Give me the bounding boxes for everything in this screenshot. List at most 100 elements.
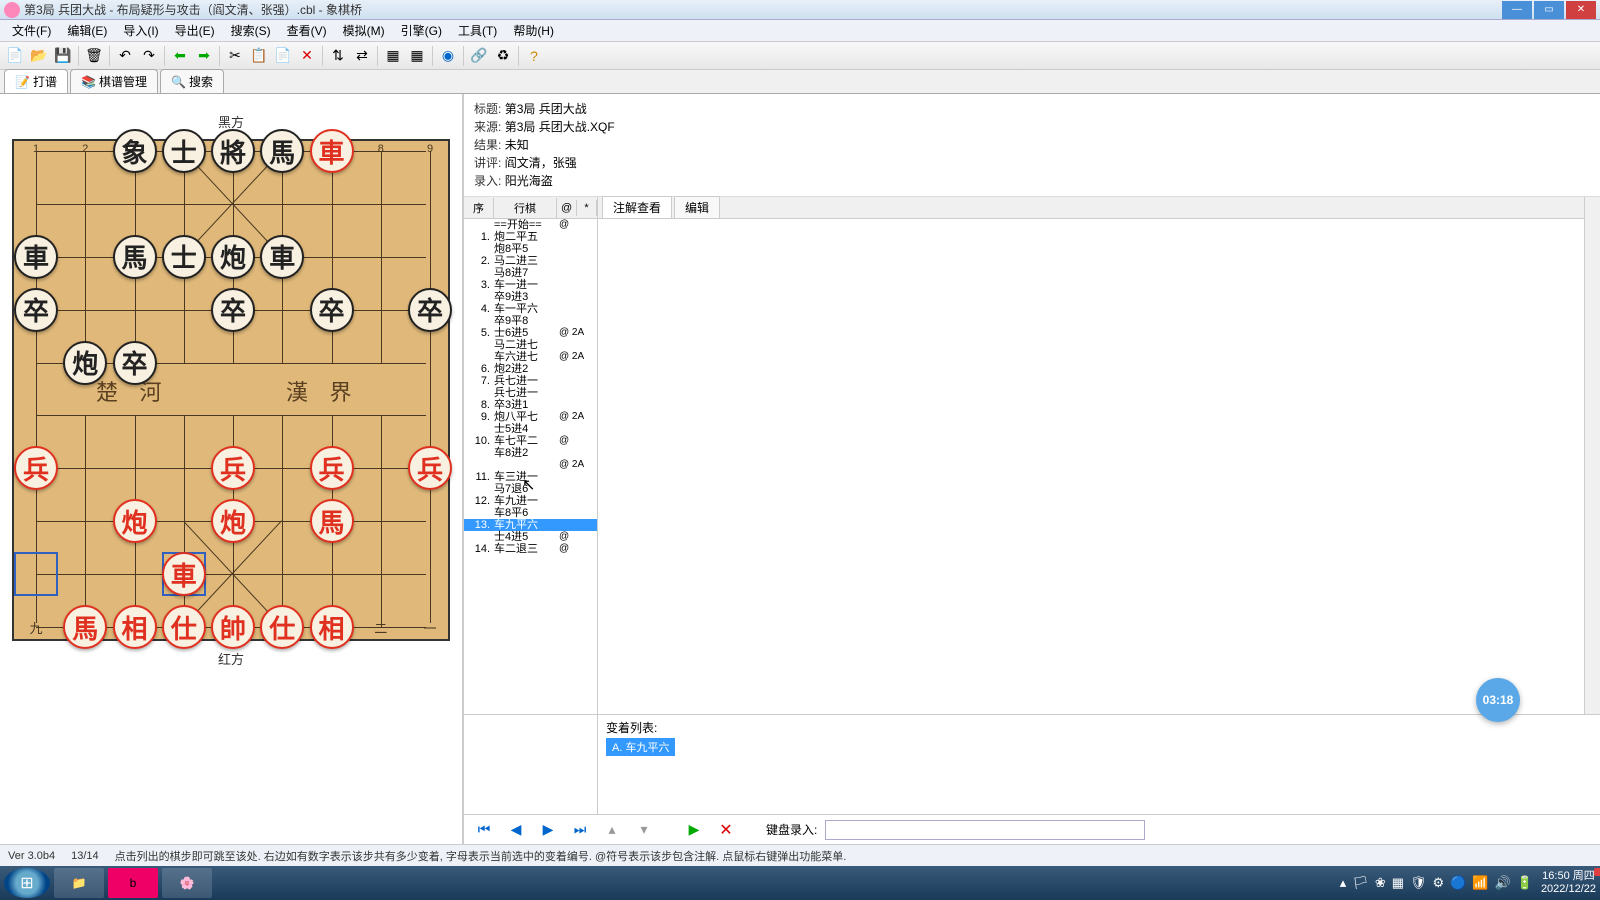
delete-icon[interactable]: ✕ [296,45,318,67]
tray-bt-icon[interactable]: 🔵 [1450,875,1466,891]
piece-red-仕[interactable]: 仕 [260,605,304,649]
piece-red-相[interactable]: 相 [310,605,354,649]
menu-模拟(M)[interactable]: 模拟(M) [335,20,393,41]
nav-down-icon[interactable]: ▾ [632,818,656,842]
move-row[interactable]: 1.炮二平五 [464,231,597,243]
piece-red-兵[interactable]: 兵 [310,446,354,490]
nav-first-icon[interactable]: ⏮ [472,818,496,842]
rtab-编辑[interactable]: 编辑 [674,196,720,218]
piece-black-卒[interactable]: 卒 [113,341,157,385]
tray-gear-icon[interactable]: ⚙ [1433,875,1445,891]
tray-net-icon[interactable]: ▦ [1392,875,1404,891]
refresh-icon[interactable]: ♻ [492,45,514,67]
move-row[interactable]: 3.车一进一 [464,279,597,291]
piece-red-相[interactable]: 相 [113,605,157,649]
piece-black-卒[interactable]: 卒 [14,288,58,332]
scrollbar[interactable] [1584,197,1600,714]
piece-black-車[interactable]: 車 [14,235,58,279]
piece-red-炮[interactable]: 炮 [113,499,157,543]
forward-icon[interactable]: ➡ [193,45,215,67]
move-row[interactable]: @ 2A [464,459,597,471]
tab-棋谱管理[interactable]: 📚棋谱管理 [70,69,158,93]
move-row[interactable]: 车8进2 [464,447,597,459]
nav-up-icon[interactable]: ▴ [600,818,624,842]
copy-icon[interactable]: 📋 [248,45,270,67]
piece-black-炮[interactable]: 炮 [63,341,107,385]
move-row[interactable]: 6.炮2进2 [464,363,597,375]
piece-red-馬[interactable]: 馬 [310,499,354,543]
piece-black-士[interactable]: 士 [162,129,206,173]
tray-icons[interactable]: ▴ 🏳 ❀ ▦ 🛡 ⚙ 🔵 📶 🔊 🔋 [1340,875,1533,891]
chess-board[interactable]: 楚 河漢 界123456789九八七六五四三二一象士將馬車車馬士炮車卒卒卒卒炮卒… [12,139,450,641]
move-row[interactable]: 5.士6进5@ 2A [464,327,597,339]
piece-black-士[interactable]: 士 [162,235,206,279]
tray-flag-icon[interactable]: 🏳 [1352,875,1369,891]
piece-red-馬[interactable]: 馬 [63,605,107,649]
move-row[interactable]: 炮8平5 [464,243,597,255]
nav-prev-icon[interactable]: ◀ [504,818,528,842]
clock[interactable]: 16:50 周四 2022/12/22 [1541,870,1596,896]
menu-编辑(E)[interactable]: 编辑(E) [59,20,115,41]
move-row[interactable]: 马7退6 [464,483,597,495]
link-icon[interactable]: 🔗 [468,45,490,67]
tray-wifi-icon[interactable]: 📶 [1472,875,1488,891]
board-icon[interactable]: ▦ [382,45,404,67]
tray-up-icon[interactable]: ▴ [1340,875,1347,891]
piece-red-車[interactable]: 車 [310,129,354,173]
menu-工具(T)[interactable]: 工具(T) [450,20,505,41]
undo-icon[interactable]: ↶ [114,45,136,67]
rtab-注解查看[interactable]: 注解查看 [602,196,672,218]
task-app1[interactable]: b [108,868,158,898]
close-button[interactable]: ✕ [1566,1,1596,19]
piece-black-炮[interactable]: 炮 [211,235,255,279]
piece-black-馬[interactable]: 馬 [113,235,157,279]
piece-black-卒[interactable]: 卒 [408,288,452,332]
menu-查看(V)[interactable]: 查看(V) [279,20,335,41]
variation-item[interactable]: A. 车九平六 [606,738,675,756]
move-row[interactable]: 马二进七 [464,339,597,351]
tray-bat-icon[interactable]: 🔋 [1517,875,1533,891]
menu-文件(F)[interactable]: 文件(F) [4,20,59,41]
move-row[interactable]: 兵七进一 [464,387,597,399]
piece-red-兵[interactable]: 兵 [14,446,58,490]
task-app2[interactable]: 🌸 [162,868,212,898]
move-row[interactable]: 9.炮八平七@ 2A [464,411,597,423]
tray-vol-icon[interactable]: 🔊 [1495,875,1511,891]
keyboard-input[interactable] [825,820,1145,840]
piece-red-兵[interactable]: 兵 [211,446,255,490]
menu-导入(I)[interactable]: 导入(I) [115,20,166,41]
menu-导出(E)[interactable]: 导出(E) [167,20,223,41]
move-row[interactable]: 马8进7 [464,267,597,279]
new-icon[interactable]: 📄 [4,45,26,67]
piece-black-車[interactable]: 車 [260,235,304,279]
piece-black-卒[interactable]: 卒 [310,288,354,332]
piece-red-仕[interactable]: 仕 [162,605,206,649]
move-row[interactable]: 车8平6 [464,507,597,519]
back-icon[interactable]: ⬅ [169,45,191,67]
paste-icon[interactable]: 📄 [272,45,294,67]
nav-next-icon[interactable]: ▶ [536,818,560,842]
engine-icon[interactable]: ◉ [437,45,459,67]
move-row[interactable]: 8.卒3进1 [464,399,597,411]
move-row[interactable]: 士5进4 [464,423,597,435]
menu-搜索(S)[interactable]: 搜索(S) [223,20,279,41]
open-icon[interactable]: 📂 [28,45,50,67]
help-icon[interactable]: ? [523,45,545,67]
cut-icon[interactable]: ✂ [224,45,246,67]
stop-icon[interactable]: ✕ [714,818,738,842]
start-button[interactable]: ⊞ [4,868,50,898]
swap2-icon[interactable]: ⇄ [351,45,373,67]
piece-red-兵[interactable]: 兵 [408,446,452,490]
task-explorer[interactable]: 📁 [54,868,104,898]
move-row[interactable]: 卒9平8 [464,315,597,327]
move-row[interactable]: 士4进5@ [464,531,597,543]
save-icon[interactable]: 💾 [52,45,74,67]
move-row[interactable]: 4.车一平六 [464,303,597,315]
move-row[interactable]: 12.车九进一 [464,495,597,507]
move-row[interactable]: 2.马二进三 [464,255,597,267]
piece-black-卒[interactable]: 卒 [211,288,255,332]
trash-icon[interactable]: 🗑 [83,45,105,67]
piece-black-馬[interactable]: 馬 [260,129,304,173]
move-row[interactable]: 车六进七@ 2A [464,351,597,363]
move-row[interactable]: 14.车二退三@ [464,543,597,555]
